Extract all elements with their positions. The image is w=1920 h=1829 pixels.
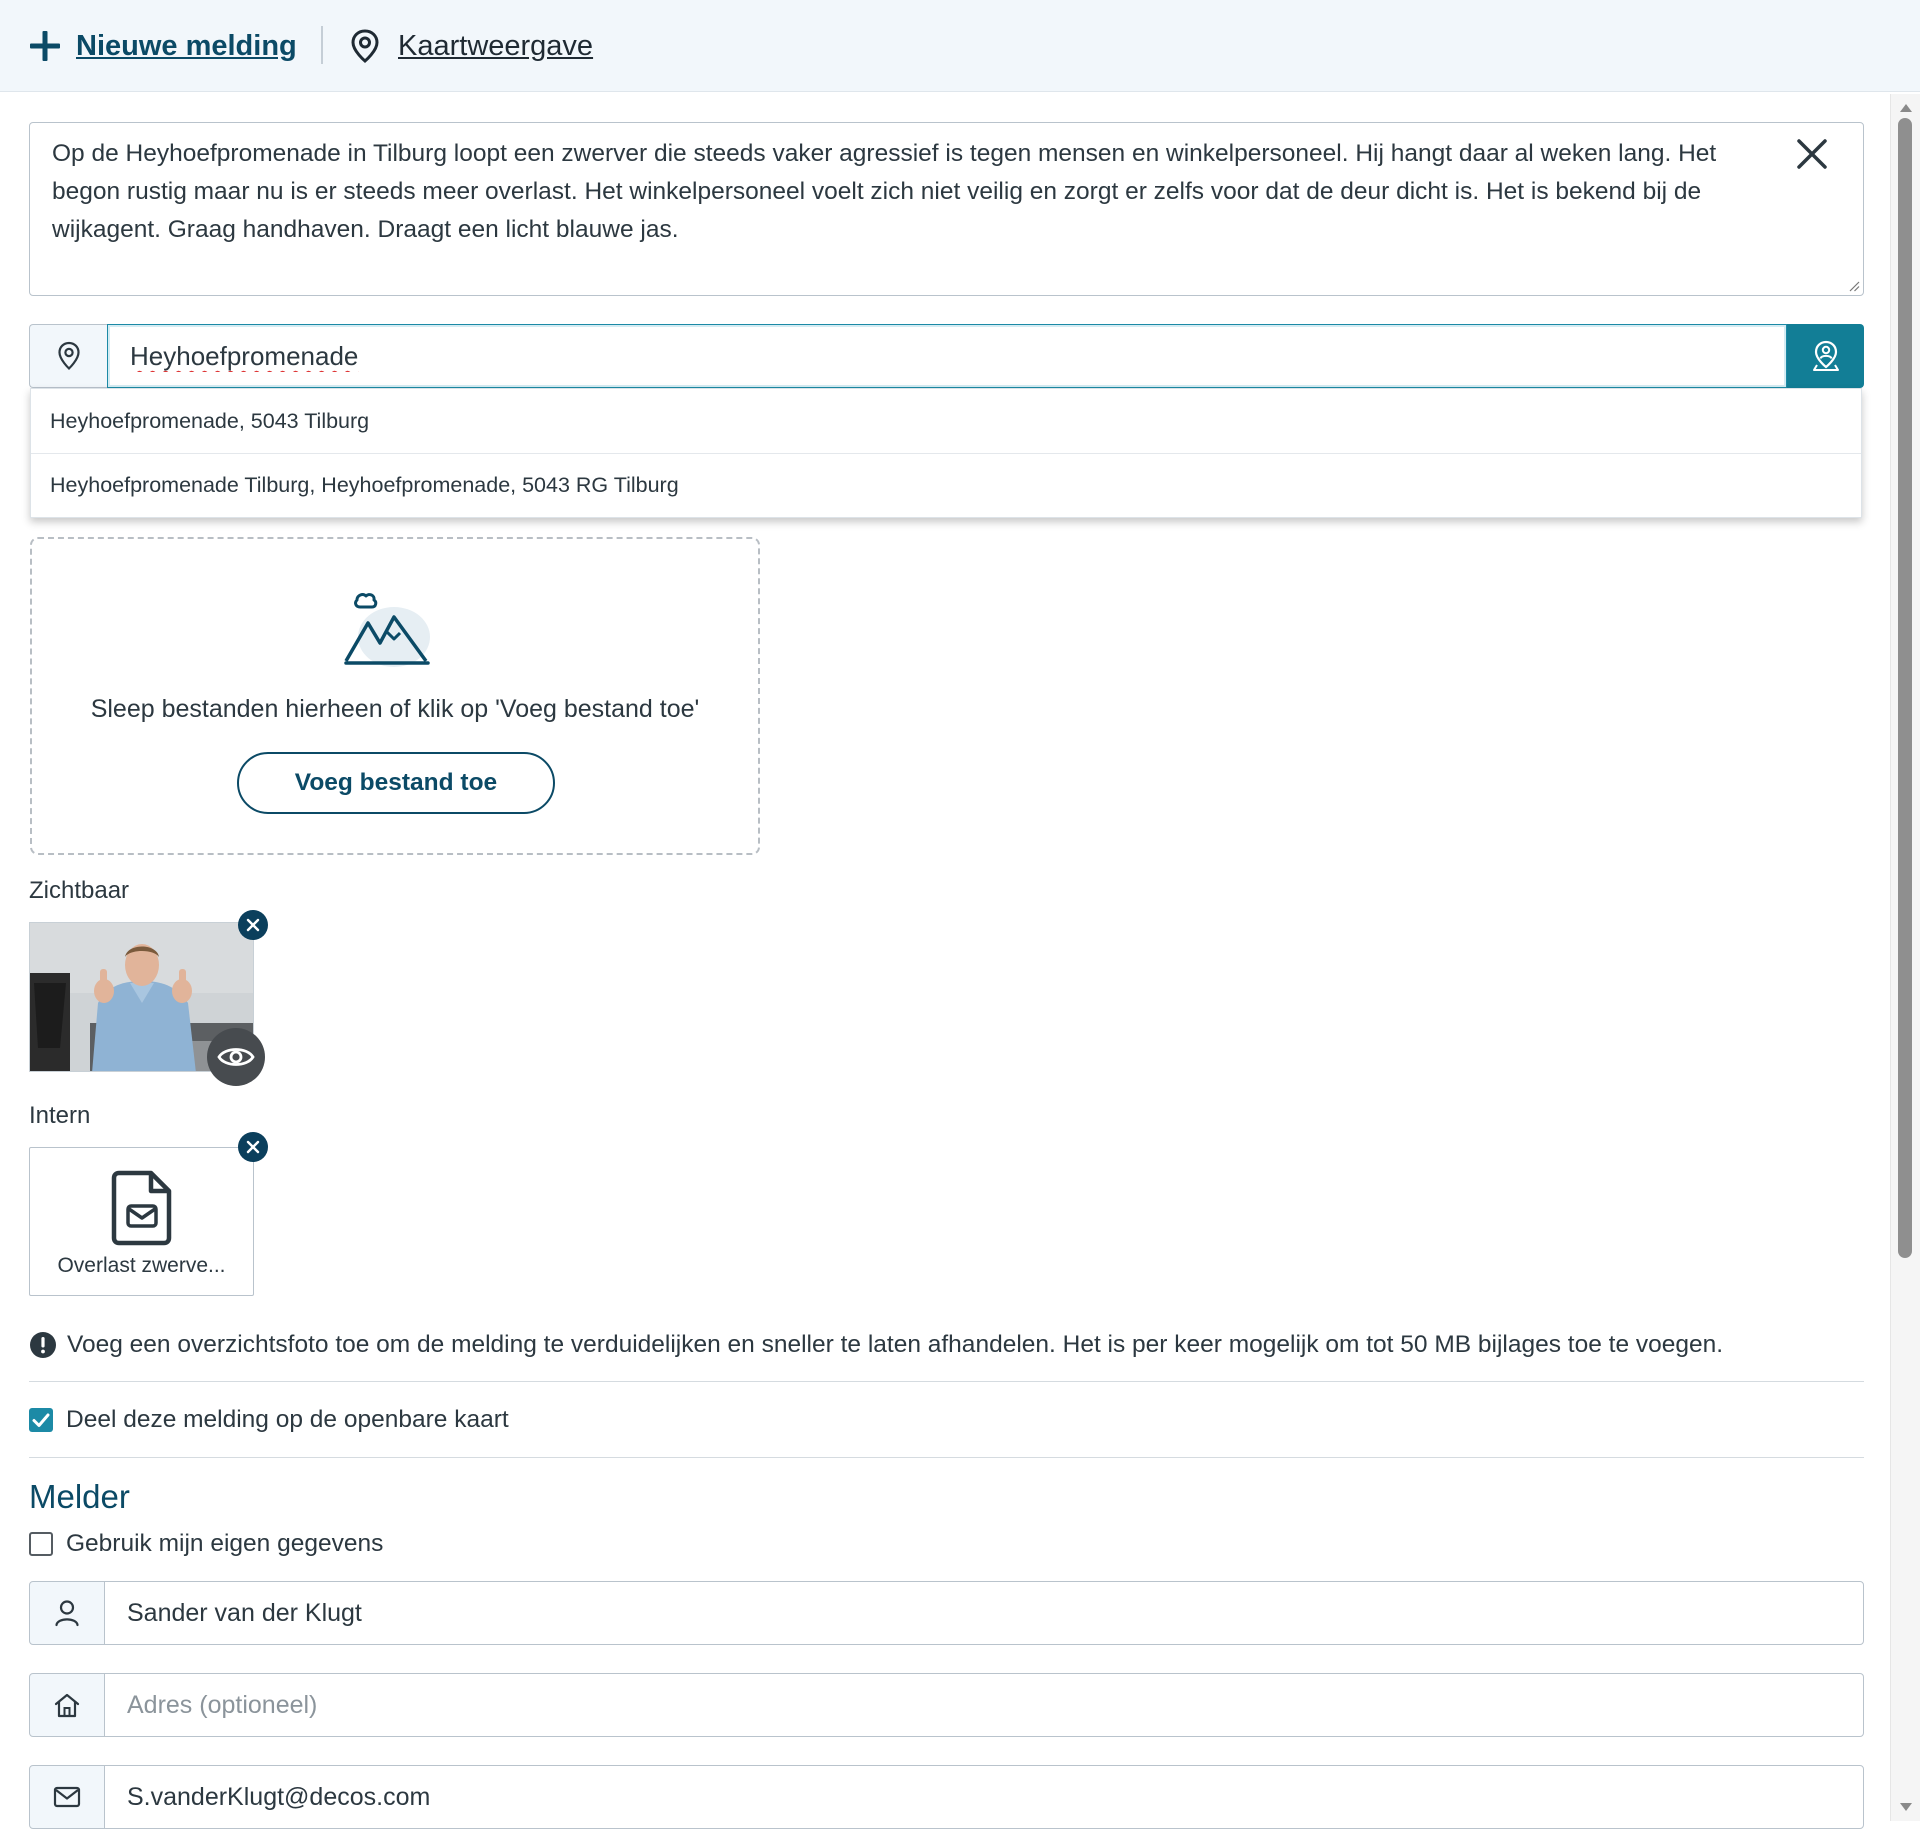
- internal-file-card[interactable]: Overlast zwerve...: [29, 1147, 254, 1296]
- use-own-data-label: Gebruik mijn eigen gegevens: [66, 1530, 384, 1557]
- map-pin-icon: [351, 29, 379, 63]
- checkbox-unchecked[interactable]: [29, 1532, 53, 1556]
- remove-visible-attachment-button[interactable]: [238, 910, 268, 940]
- exclamation-icon: [30, 1332, 56, 1358]
- scroll-thumb[interactable]: [1898, 118, 1912, 1258]
- scroll-up-arrow[interactable]: [1900, 104, 1912, 112]
- use-own-data-checkbox[interactable]: Gebruik mijn eigen gegevens: [29, 1526, 383, 1562]
- new-report-label: Nieuwe melding: [76, 29, 297, 62]
- reporter-address-field: [29, 1673, 1864, 1737]
- location-field: [29, 324, 1864, 388]
- remove-internal-attachment-button[interactable]: [238, 1132, 268, 1162]
- share-public-checkbox[interactable]: Deel deze melding op de openbare kaart: [29, 1402, 509, 1438]
- toggle-visibility-button[interactable]: [207, 1028, 265, 1086]
- suggestion-item[interactable]: Heyhoefpromenade Tilburg, Heyhoefpromena…: [31, 453, 1861, 517]
- location-input[interactable]: [107, 324, 1787, 388]
- description-textarea[interactable]: Op de Heyhoefpromenade in Tilburg loopt …: [29, 122, 1864, 296]
- top-bar: Nieuwe melding Kaartweergave: [0, 0, 1920, 92]
- suggestion-item[interactable]: Heyhoefpromenade, 5043 Tilburg: [31, 389, 1861, 453]
- resize-grip-icon[interactable]: [1848, 280, 1860, 292]
- checkbox-checked[interactable]: [29, 1408, 53, 1432]
- name-icon-box: [29, 1581, 105, 1645]
- map-view-link[interactable]: Kaartweergave: [350, 24, 593, 68]
- reporter-section-title: Melder: [29, 1478, 130, 1515]
- location-suggestions: Heyhoefpromenade, 5043 Tilburg Heyhoefpr…: [30, 388, 1862, 518]
- close-icon: [246, 1140, 260, 1154]
- description-text: Op de Heyhoefpromenade in Tilburg loopt …: [52, 140, 1717, 243]
- locate-me-button[interactable]: [1787, 324, 1864, 388]
- divider: [29, 1457, 1864, 1458]
- file-dropzone[interactable]: Sleep bestanden hierheen of klik op 'Voe…: [30, 537, 760, 855]
- reporter-email-field: [29, 1765, 1864, 1829]
- page-scrollbar[interactable]: [1890, 94, 1920, 1821]
- user-icon: [55, 1600, 79, 1627]
- reporter-name-input[interactable]: [104, 1581, 1864, 1645]
- share-public-label: Deel deze melding op de openbare kaart: [66, 1406, 509, 1433]
- nav-separator: [321, 26, 323, 64]
- close-icon: [246, 918, 260, 932]
- new-report-link[interactable]: Nieuwe melding: [28, 24, 297, 68]
- internal-attachments-label: Intern: [29, 1102, 91, 1129]
- mail-icon: [53, 1786, 81, 1808]
- internal-file-name: Overlast zwerve...: [57, 1254, 226, 1277]
- mountain-image-icon: [344, 593, 430, 667]
- home-icon: [54, 1693, 80, 1718]
- close-icon[interactable]: [1793, 135, 1831, 173]
- add-file-button[interactable]: Voeg bestand toe: [237, 752, 555, 814]
- user-location-icon: [1812, 340, 1839, 371]
- scroll-down-arrow[interactable]: [1900, 1803, 1912, 1811]
- address-icon-box: [29, 1673, 105, 1737]
- attachment-info-text: Voeg een overzichtsfoto toe om de meldin…: [67, 1331, 1724, 1358]
- plus-icon: [30, 31, 60, 61]
- map-pin-icon: [57, 341, 80, 371]
- reporter-name-field: [29, 1581, 1864, 1645]
- eye-icon: [217, 1048, 255, 1066]
- checkmark-icon: [32, 1413, 50, 1427]
- location-pin-box: [29, 324, 107, 388]
- email-icon-box: [29, 1765, 105, 1829]
- reporter-email-input[interactable]: [104, 1765, 1864, 1829]
- attachment-info: Voeg een overzichtsfoto toe om de meldin…: [29, 1327, 1723, 1363]
- email-file-icon: [111, 1170, 172, 1246]
- reporter-address-input[interactable]: [104, 1673, 1864, 1737]
- divider: [29, 1381, 1864, 1382]
- visible-attachments-label: Zichtbaar: [29, 877, 130, 904]
- dropzone-text: Sleep bestanden hierheen of klik op 'Voe…: [90, 695, 700, 723]
- map-view-label: Kaartweergave: [398, 29, 594, 62]
